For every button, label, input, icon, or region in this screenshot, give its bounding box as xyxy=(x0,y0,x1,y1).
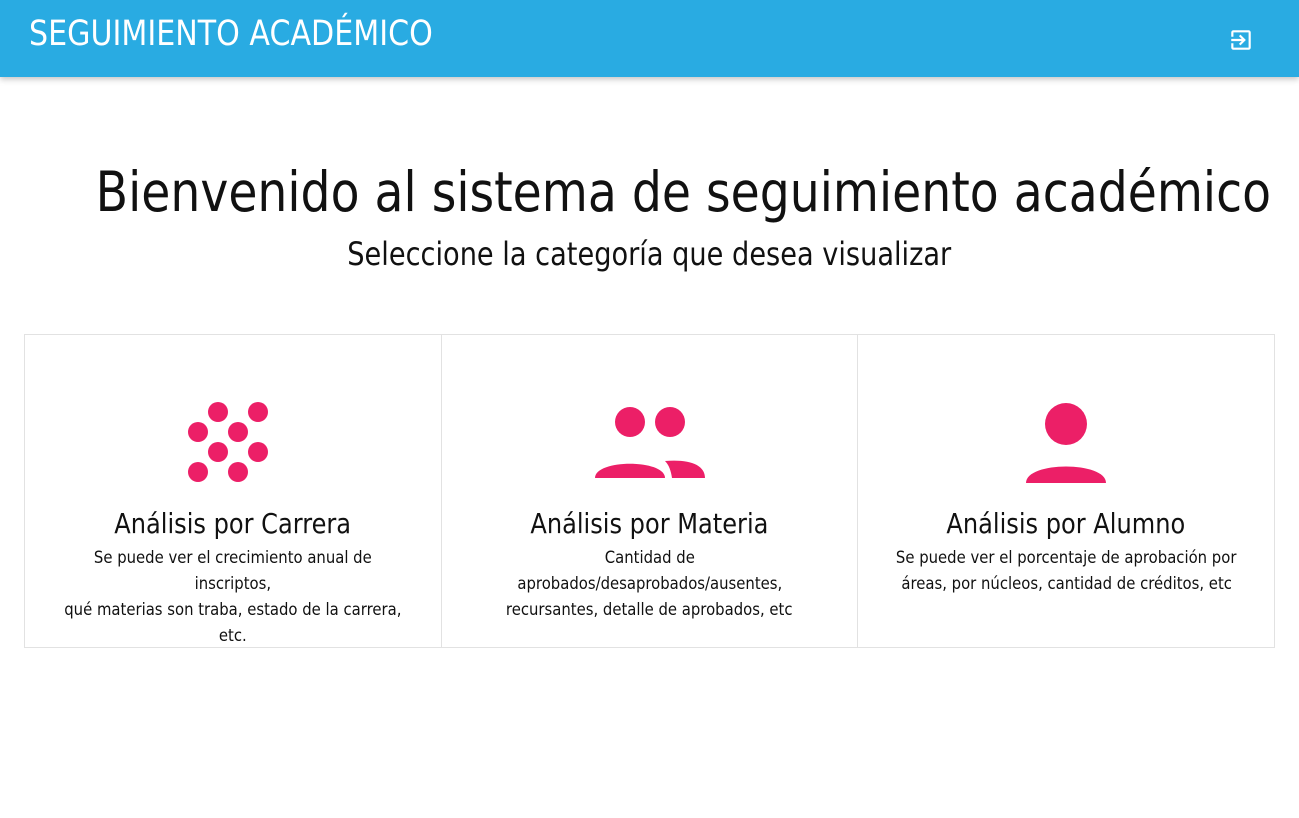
dots-grid-icon xyxy=(187,402,268,482)
top-app-bar: SEGUIMIENTO ACADÉMICO xyxy=(0,0,1299,77)
card-description: Se puede ver el crecimiento anual de ins… xyxy=(64,548,402,645)
card-title: Análisis por Carrera xyxy=(114,507,352,540)
welcome-subtitle: Seleccione la categoría que desea visual… xyxy=(347,235,952,273)
person-icon xyxy=(1026,403,1107,483)
welcome-heading: Bienvenido al sistema de seguimiento aca… xyxy=(95,160,1272,224)
card-analisis-materia[interactable]: Análisis por Materia Cantidad de aprobad… xyxy=(442,335,859,647)
card-title: Análisis por Materia xyxy=(530,507,769,540)
group-icon xyxy=(594,407,705,478)
card-title: Análisis por Alumno xyxy=(946,507,1186,540)
card-analisis-alumno[interactable]: Análisis por Alumno Se puede ver el porc… xyxy=(858,335,1274,647)
card-description: Cantidad de aprobados/desaprobados/ausen… xyxy=(506,548,793,619)
logout-icon xyxy=(1231,30,1251,50)
app-title: SEGUIMIENTO ACADÉMICO xyxy=(29,14,433,54)
logout-button[interactable] xyxy=(1225,24,1257,56)
card-description: Se puede ver el porcentaje de aprobación… xyxy=(895,548,1237,593)
card-analisis-carrera[interactable]: Análisis por Carrera Se puede ver el cre… xyxy=(25,335,442,647)
category-cards: Análisis por Carrera Se puede ver el cre… xyxy=(24,334,1275,648)
